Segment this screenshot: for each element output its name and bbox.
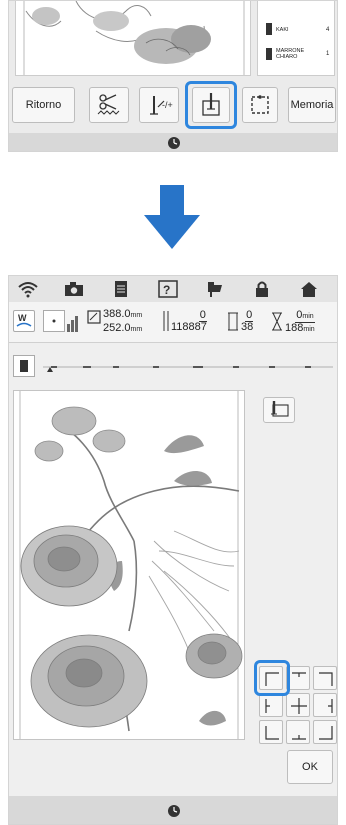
- scissors-icon: [97, 94, 120, 115]
- unit-label: mm: [130, 326, 143, 333]
- thread-count: 1: [326, 51, 330, 57]
- needle-count-icon: [163, 311, 169, 331]
- thread-name: KAKI: [276, 27, 289, 33]
- unit-label: min: [302, 313, 314, 320]
- edge-bottom-center-icon: [292, 735, 306, 740]
- stitch-counter: 0 118887: [171, 310, 207, 333]
- start-bottom-center-button[interactable]: [286, 720, 310, 744]
- thread-spool-icon: [20, 360, 28, 372]
- start-middle-left-button[interactable]: [259, 693, 283, 717]
- corner-bottom-left-icon: [265, 726, 279, 740]
- trial-button[interactable]: [242, 87, 278, 123]
- needle-frame-icon: [271, 401, 289, 417]
- footer-bar: [9, 133, 337, 151]
- design-height: 252.0mm: [103, 322, 142, 334]
- floral-pattern: [19, 391, 243, 739]
- help-icon[interactable]: ?: [151, 276, 185, 302]
- frame-type-icon: [52, 319, 56, 323]
- footer-bar: [9, 796, 337, 824]
- corner-top-right-icon: [319, 672, 333, 686]
- design-width-value: 388.0: [103, 308, 131, 320]
- frame-type-button[interactable]: [43, 310, 65, 332]
- start-bottom-right-button[interactable]: [313, 720, 337, 744]
- time-total: 188min: [285, 323, 315, 335]
- time-counter: 0min 188min: [285, 310, 315, 335]
- embroidery-mode-icon: W: [16, 313, 32, 327]
- wifi-icon[interactable]: [11, 276, 45, 302]
- unit-label: min: [303, 326, 315, 333]
- thread-count: 4: [326, 27, 330, 33]
- sewing-progress-bar: [43, 366, 333, 372]
- edge-top-center-icon: [292, 672, 306, 677]
- embroidery-preview: [13, 390, 245, 740]
- clock-icon: [168, 805, 180, 817]
- color-count-icon: [228, 312, 238, 331]
- color-counter: 0 38: [241, 310, 254, 333]
- time-total-value: 188: [285, 322, 304, 334]
- thread-item[interactable]: KAKI 4: [258, 1, 334, 41]
- edge-middle-left-icon: [265, 699, 270, 713]
- thread-color-button[interactable]: [13, 355, 35, 377]
- clock-icon: [168, 137, 180, 149]
- start-center-button[interactable]: [286, 693, 310, 717]
- frame-size-icon: [67, 316, 78, 332]
- hourglass-icon: [272, 312, 282, 331]
- thread-item[interactable]: MARRONE CHIARO 1: [258, 41, 334, 71]
- thread-list: KAKI 4 MARRONE CHIARO 1: [257, 1, 335, 76]
- start-middle-right-button[interactable]: [313, 693, 337, 717]
- frame-trace-icon: [251, 95, 269, 114]
- ok-button[interactable]: OK: [287, 750, 333, 784]
- embroidery-preview-top: [15, 1, 251, 76]
- embroidery-mode-button[interactable]: W: [13, 310, 35, 332]
- home-icon[interactable]: [292, 276, 326, 302]
- floral-pattern-top: [23, 1, 245, 75]
- thread-name: MARRONE CHIARO: [276, 48, 305, 60]
- svg-text:?: ?: [163, 283, 170, 297]
- start-bottom-left-button[interactable]: [259, 720, 283, 744]
- stitch-total: 118887: [171, 321, 207, 333]
- info-bar: W 388.0mm 252.0mm 0 118887 0 38 0min 188…: [9, 302, 337, 343]
- design-size-icon: [87, 310, 101, 324]
- status-bar: ?: [9, 276, 337, 302]
- corner-bottom-right-icon: [319, 726, 333, 740]
- highlight-frame: [254, 660, 290, 696]
- needle-position-button[interactable]: [263, 397, 295, 423]
- start-top-right-button[interactable]: [313, 666, 337, 690]
- stitch-forward-back-button[interactable]: -/+: [139, 87, 179, 123]
- design-width: 388.0mm: [103, 308, 142, 320]
- camera-icon[interactable]: [57, 276, 91, 302]
- highlight-frame: [185, 81, 237, 129]
- trim-jump-button[interactable]: [89, 87, 129, 123]
- unit-label: mm: [130, 312, 143, 319]
- thread-swatch: [266, 23, 272, 35]
- document-icon[interactable]: [104, 276, 138, 302]
- svg-text:-/+: -/+: [162, 100, 173, 110]
- top-screen: KAKI 4 MARRONE CHIARO 1 Ritorno -/+ Memo…: [8, 0, 338, 152]
- return-button[interactable]: Ritorno: [12, 87, 75, 123]
- edge-middle-right-icon: [328, 699, 333, 713]
- memory-button[interactable]: Memoria: [288, 87, 336, 123]
- down-arrow-icon: [144, 185, 200, 249]
- needle-plus-minus-icon: -/+: [150, 96, 173, 115]
- center-cross-icon: [291, 698, 307, 714]
- progress-row: [9, 343, 337, 383]
- bottom-screen: ? W 388.0mm 252.0mm 0 118887 0 38 0min 1…: [8, 275, 338, 825]
- thread-swatch: [266, 48, 272, 60]
- thread-icon[interactable]: [198, 276, 232, 302]
- lock-icon[interactable]: [245, 276, 279, 302]
- color-total: 38: [241, 321, 254, 333]
- design-height-value: 252.0: [103, 322, 131, 334]
- svg-text:W: W: [18, 313, 27, 323]
